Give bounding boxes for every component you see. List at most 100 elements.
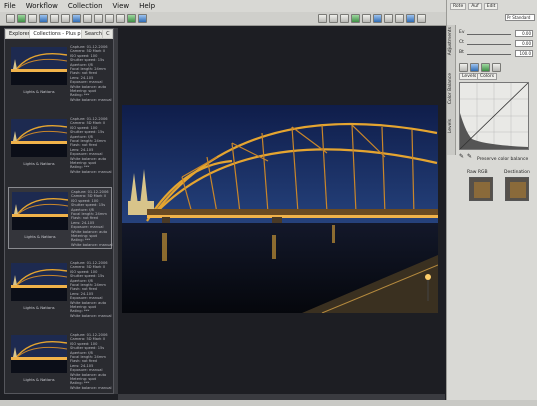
straighten-icon[interactable] — [362, 14, 371, 23]
save-icon[interactable] — [50, 14, 59, 23]
slider-value[interactable]: 0.00 — [515, 40, 533, 47]
thumbnail-image[interactable] — [11, 335, 67, 373]
thumbnail-image[interactable] — [11, 119, 67, 157]
refresh-icon[interactable] — [17, 14, 26, 23]
tag-icon[interactable] — [61, 14, 70, 23]
eyedropper-icon[interactable] — [459, 63, 468, 72]
rotate-right-icon[interactable] — [94, 14, 103, 23]
compare-icon[interactable] — [373, 14, 382, 23]
flag-icon[interactable] — [105, 14, 114, 23]
metadata-line: White balance: manual — [71, 242, 113, 247]
thumbnail-metadata: Capture: 01-12-2006 Camera: 5D Mark II ISO… — [70, 261, 112, 318]
metadata-line: White balance: manual — [70, 97, 112, 102]
adjustments-panel: Rote Auf Edit Pr Standard Adjustments Co… — [446, 0, 537, 406]
vtab-levels[interactable]: Levels — [448, 119, 453, 133]
vertical-tabs: Adjustments Color Balance Levels — [447, 25, 456, 155]
thumbnail-image[interactable] — [12, 192, 68, 230]
fit-icon[interactable] — [384, 14, 393, 23]
browser-tabs: Explorer Collections - Plus pict Search … — [5, 29, 113, 39]
slider-value[interactable]: 0.00 — [515, 30, 533, 37]
right-top-tabs: Rote Auf Edit — [447, 0, 537, 12]
tab-extra[interactable]: C — [103, 30, 113, 38]
thumbnail-caption: Lights & Nations — [24, 234, 56, 239]
slider-ev[interactable]: Ev 0.00 — [459, 30, 535, 38]
thumbnail-metadata: Capture: 01-12-2006 Camera: 5D Mark II ISO… — [70, 45, 112, 102]
thumbnail-caption: Lights & Nations — [23, 305, 55, 310]
layout-icon[interactable] — [406, 14, 415, 23]
white-point-icon[interactable]: ✎ — [467, 153, 472, 160]
thumbnail-image[interactable] — [11, 47, 67, 85]
thumbnail-metadata: Capture: 01-12-2006 Camera: 5D Mark II ISO… — [71, 190, 113, 247]
open-icon[interactable] — [6, 14, 15, 23]
thumbnail-item[interactable]: Capture: 01-12-2006 Camera: 5D Mark II ISO… — [8, 115, 112, 177]
rotate-left-icon[interactable] — [83, 14, 92, 23]
thumbnail-item[interactable]: Capture: 01-12-2006 Camera: 5D Mark II ISO… — [8, 43, 112, 105]
menu-help[interactable]: Help — [139, 2, 155, 10]
delete-icon[interactable] — [116, 14, 125, 23]
image-viewer — [118, 28, 445, 394]
menu-collection[interactable]: Collection — [68, 2, 103, 10]
arrow-icon[interactable] — [72, 14, 81, 23]
slider-value[interactable]: 100.0 — [515, 50, 533, 57]
status-bar — [0, 400, 537, 406]
slider-track[interactable] — [467, 54, 511, 55]
raw-color-box — [469, 177, 493, 201]
vtab-adjustments[interactable]: Adjustments — [448, 27, 453, 55]
slider-track[interactable] — [467, 34, 511, 35]
thumbnail-caption: Lights & Nations — [23, 161, 55, 166]
thumbnail-caption: Lights & Nations — [23, 89, 55, 94]
preserve-label: Preserve color balance — [477, 157, 529, 162]
menu-view[interactable]: View — [113, 2, 130, 10]
raw-rgb-label: Raw RGB — [467, 170, 488, 175]
copy-icon[interactable] — [28, 14, 37, 23]
menu-workflow[interactable]: Workflow — [26, 2, 58, 10]
tab-collections[interactable]: Collections - Plus pict — [30, 30, 81, 38]
vtab-color-balance[interactable]: Color Balance — [448, 73, 453, 104]
tab-rote[interactable]: Rote — [450, 2, 467, 10]
browser-panel: Explorer Collections - Plus pict Search … — [4, 28, 114, 394]
thumbnail-metadata: Capture: 01-12-2006 Camera: 5D Mark II ISO… — [70, 117, 112, 174]
settings-icon[interactable] — [417, 14, 426, 23]
metadata-line: White balance: manual — [70, 169, 112, 174]
process-icon[interactable] — [127, 14, 136, 23]
tab-explorer[interactable]: Explorer — [6, 30, 30, 38]
metadata-line: White balance: manual — [70, 313, 112, 318]
zoom-icon[interactable] — [329, 14, 338, 23]
tab-search[interactable]: Search — [81, 30, 103, 38]
slider-label: Ev — [459, 30, 465, 35]
slider-label: Bt — [459, 50, 464, 55]
levels-curve[interactable] — [459, 82, 529, 150]
tab-auf[interactable]: Auf — [468, 2, 482, 10]
slider-bt[interactable]: Bt 100.0 — [459, 50, 535, 58]
thumbnail-item[interactable]: Capture: 01-12-2006 Camera: 5D Mark II ISO… — [8, 259, 112, 321]
globe-icon[interactable] — [138, 14, 147, 23]
main-photo — [122, 105, 438, 313]
folder-icon[interactable] — [39, 14, 48, 23]
levels-toolbar — [459, 63, 501, 72]
options-icon[interactable] — [492, 63, 501, 72]
fullscreen-icon[interactable] — [395, 14, 404, 23]
thumbnail-caption: Lights & Nations — [23, 377, 55, 382]
thumbnail-item[interactable]: Capture: 01-12-2006 Camera: 5D Mark II ISO… — [8, 331, 112, 393]
thumbnail-image[interactable] — [11, 263, 67, 301]
preset-select[interactable]: Pr Standard — [505, 14, 535, 21]
crop-icon[interactable] — [351, 14, 360, 23]
thumbnail-item[interactable]: Capture: 01-12-2006 Camera: 5D Mark II ISO… — [8, 187, 113, 249]
black-point-icon[interactable]: ✎ — [459, 153, 464, 160]
hand-tool-icon[interactable] — [318, 14, 327, 23]
pick-icon[interactable] — [340, 14, 349, 23]
slider-label: Ct — [459, 40, 464, 45]
metadata-line: White balance: manual — [70, 385, 112, 390]
destination-label: Destination — [504, 170, 530, 175]
tab-edit[interactable]: Edit — [483, 2, 499, 10]
menu-file[interactable]: File — [4, 2, 16, 10]
auto-icon[interactable] — [470, 63, 479, 72]
slider-track[interactable] — [467, 44, 511, 45]
destination-color-box — [505, 177, 529, 201]
thumbnail-metadata: Capture: 01-12-2006 Camera: 5D Mark II ISO… — [70, 333, 112, 390]
tab-colors[interactable]: Colors — [477, 73, 498, 80]
picker-row: ✎ ✎ — [459, 153, 472, 160]
slider-ct[interactable]: Ct 0.00 — [459, 40, 535, 48]
reset-icon[interactable] — [481, 63, 490, 72]
view-toolbar — [318, 14, 426, 23]
